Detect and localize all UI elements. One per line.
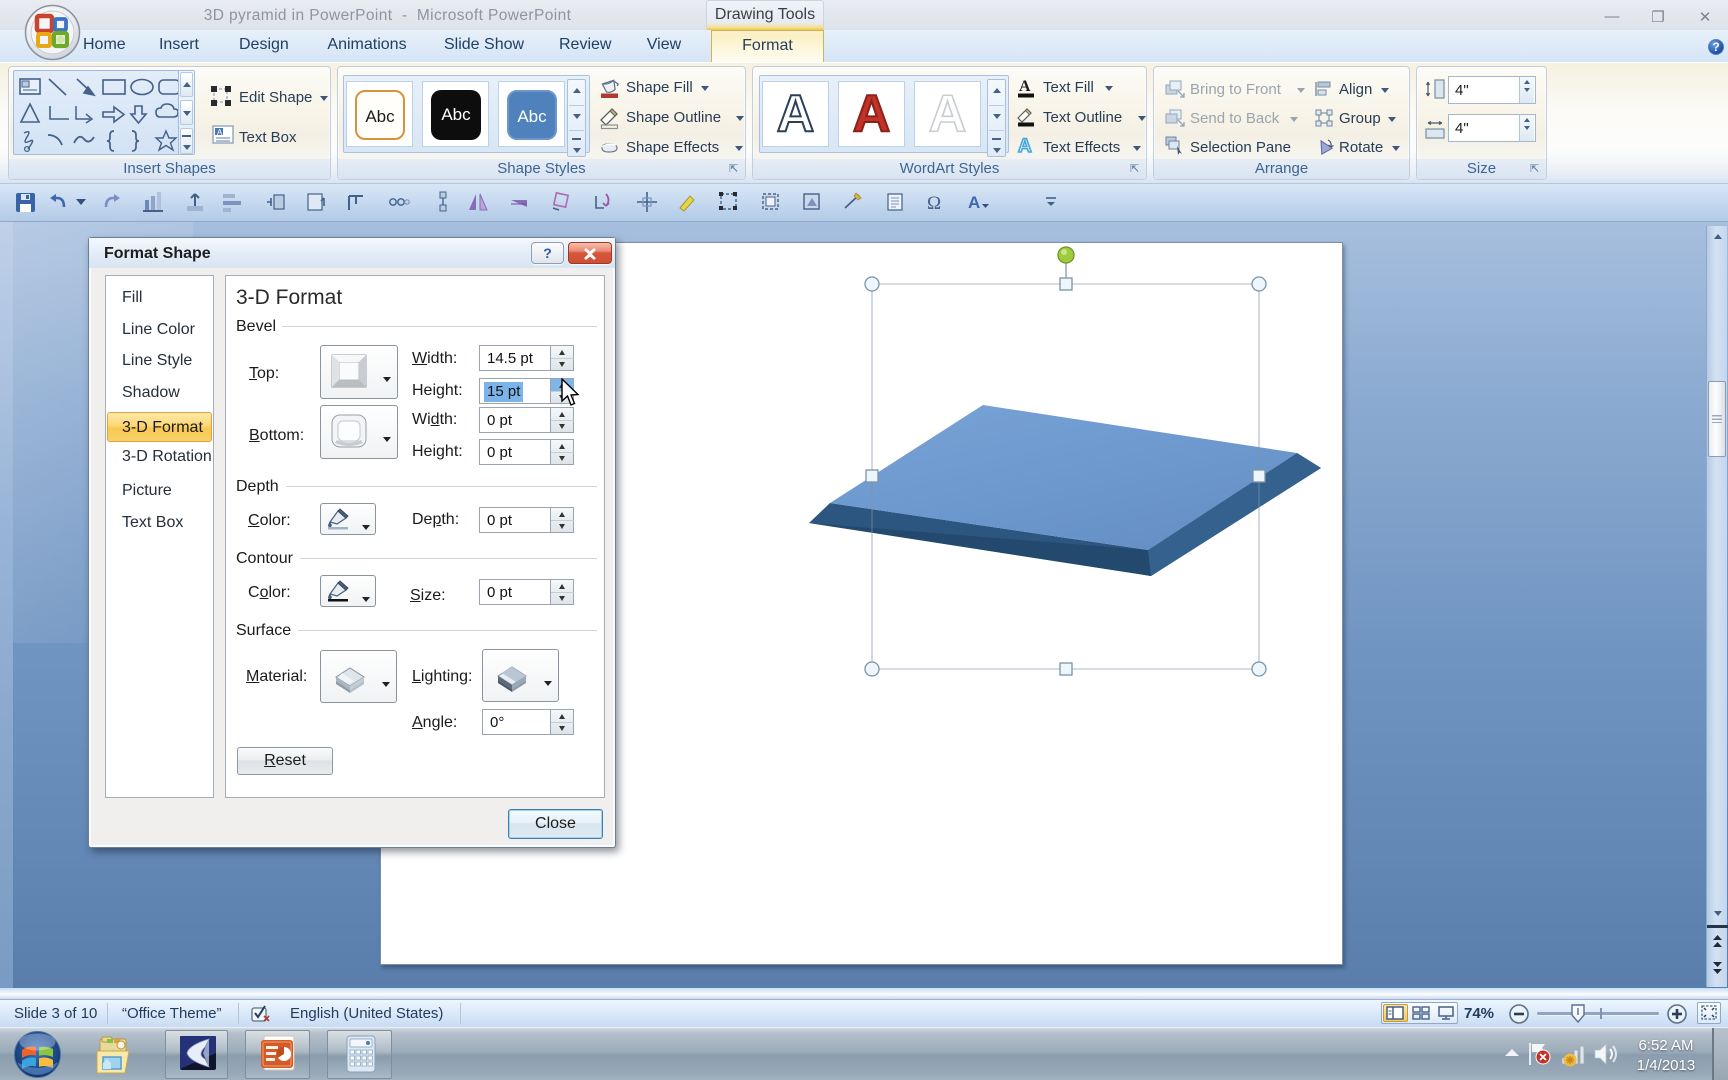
svg-text:A: A: [968, 193, 980, 212]
svg-text:Ω: Ω: [927, 193, 941, 214]
svg-text:A: A: [1018, 136, 1032, 156]
svg-text:A: A: [1019, 78, 1031, 95]
svg-text:A: A: [217, 128, 223, 137]
